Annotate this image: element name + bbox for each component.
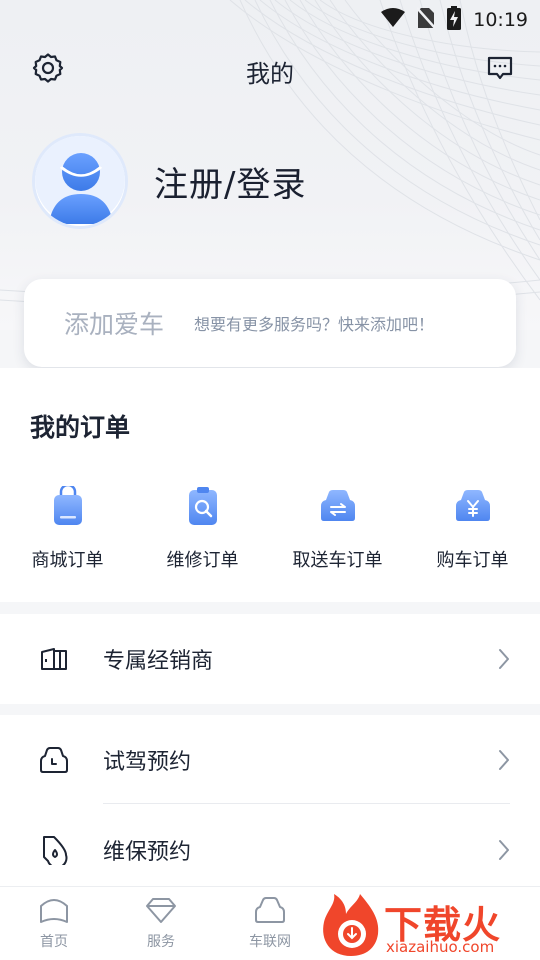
- my-orders-section: 我的订单 商城订单 维修订单 取送车订单 购车订单: [0, 368, 540, 602]
- wifi-icon: [381, 8, 406, 32]
- tab-label: 车联网: [249, 934, 291, 950]
- divider: [103, 803, 510, 804]
- test-drive-icon: [38, 744, 70, 776]
- shopping-bag-icon: [48, 486, 88, 526]
- appointment-section: 试驾预约 维保预约: [0, 715, 540, 886]
- watermark-subtitle: xiazaihuo.com: [386, 938, 495, 956]
- menu-item-dealer[interactable]: 专属经销商: [0, 614, 540, 704]
- order-label: 维修订单: [166, 550, 239, 571]
- menu-label: 专属经销商: [103, 649, 214, 674]
- order-label: 商城订单: [31, 550, 104, 571]
- home-icon: [38, 895, 70, 925]
- tab-home[interactable]: 首页: [0, 895, 108, 951]
- login-register-link[interactable]: 注册/登录: [154, 157, 306, 206]
- order-label: 取送车订单: [292, 550, 383, 571]
- flame-logo-icon: [318, 892, 384, 960]
- tab-label: 服务: [147, 934, 175, 950]
- avatar[interactable]: [32, 133, 128, 229]
- menu-label: 维保预约: [103, 840, 192, 865]
- message-button[interactable]: [482, 52, 518, 88]
- maintenance-icon: [38, 834, 70, 866]
- car-pickup-icon: [318, 486, 358, 526]
- menu-item-test-drive[interactable]: 试驾预约: [0, 715, 540, 805]
- avatar-icon: [35, 136, 125, 226]
- diamond-icon: [145, 895, 177, 925]
- tab-service[interactable]: 服务: [107, 895, 215, 951]
- chevron-right-icon: [496, 748, 512, 772]
- add-car-card[interactable]: 添加爱车 想要有更多服务吗？快来添加吧！: [24, 279, 516, 367]
- menu-label: 试驾预约: [103, 750, 192, 775]
- order-item-purchase[interactable]: 购车订单: [405, 486, 540, 572]
- repair-clipboard-icon: [183, 486, 223, 526]
- order-item-mall[interactable]: 商城订单: [0, 486, 135, 572]
- tab-connected-car[interactable]: 车联网: [216, 895, 324, 951]
- car-icon: [254, 895, 286, 925]
- chevron-right-icon: [496, 838, 512, 862]
- add-car-title: 添加爱车: [64, 310, 165, 339]
- car-purchase-icon: [453, 486, 493, 526]
- dealer-icon: [38, 643, 70, 675]
- battery-charging-icon: [447, 6, 462, 34]
- message-icon: [486, 54, 514, 86]
- chevron-right-icon: [496, 647, 512, 671]
- order-item-pickup[interactable]: 取送车订单: [270, 486, 405, 572]
- add-car-hint: 想要有更多服务吗？快来添加吧！: [194, 315, 435, 334]
- header: 我的: [0, 46, 540, 94]
- status-bar: 10:19: [0, 0, 540, 36]
- dealer-section: 专属经销商: [0, 614, 540, 704]
- page-title: 我的: [246, 60, 294, 88]
- watermark: 下载火 xiazaihuo.com: [318, 890, 540, 960]
- menu-item-maintenance[interactable]: 维保预约: [0, 805, 540, 895]
- profile-section[interactable]: 注册/登录: [32, 133, 306, 229]
- my-orders-title: 我的订单: [30, 413, 131, 442]
- no-sim-icon: [416, 7, 437, 33]
- order-label: 购车订单: [436, 550, 509, 571]
- tab-label: 首页: [40, 934, 68, 950]
- status-time: 10:19: [473, 9, 528, 31]
- order-item-repair[interactable]: 维修订单: [135, 486, 270, 572]
